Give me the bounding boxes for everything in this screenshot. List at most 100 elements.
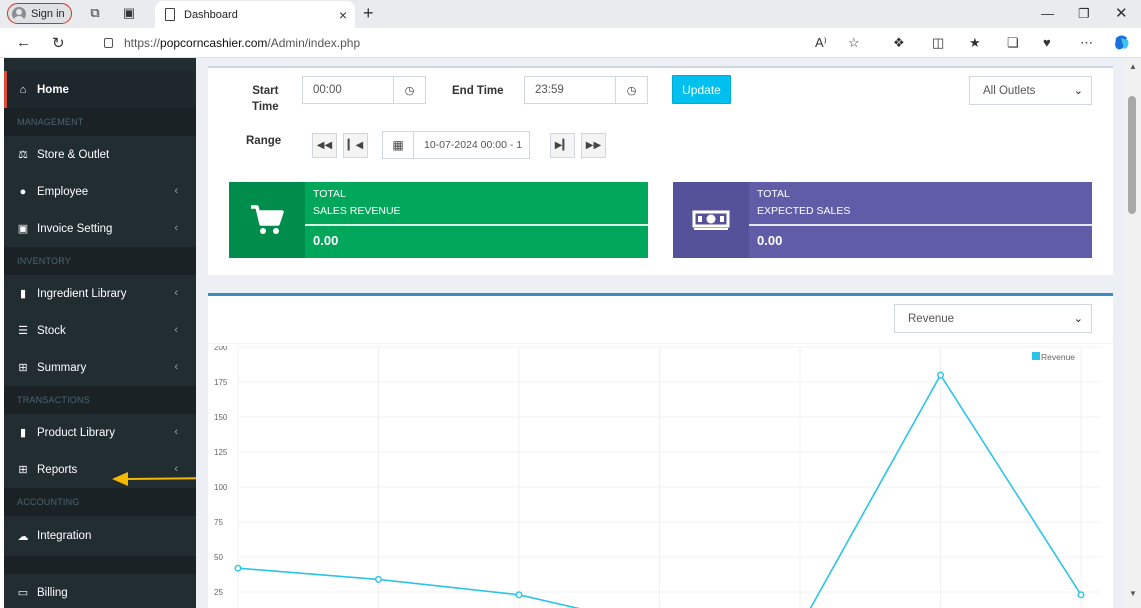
site-info-icon[interactable] [104, 38, 113, 48]
update-button[interactable]: Update [672, 75, 731, 104]
y-tick-label: 50 [214, 553, 223, 562]
date-range-group: ▦ 10-07-2024 00:00 - 1 [382, 131, 530, 159]
book-icon: ▮ [19, 288, 27, 300]
clock-icon[interactable]: ◷ [394, 76, 426, 104]
copilot-icon[interactable] [1113, 34, 1131, 52]
y-tick-label: 75 [214, 518, 223, 527]
sidebar-item-label: Summary [37, 361, 87, 374]
sidebar: ⌂ Home MANAGEMENT ⚖ Store & Outlet ● Emp… [4, 58, 196, 608]
calendar-icon[interactable]: ▦ [382, 131, 414, 159]
browser-titlebar: Sign in ⧉ ▣ Dashboard × + — ❐ ✕ [0, 0, 1141, 28]
start-time-group: 00:00 ◷ [302, 76, 426, 104]
chevron-left-icon: ‹ [174, 324, 178, 336]
browser-tab-dashboard[interactable]: Dashboard × [155, 1, 355, 28]
favorites-icon[interactable]: ★ [969, 35, 981, 51]
close-window-icon[interactable]: ✕ [1115, 4, 1128, 22]
chevron-left-icon: ‹ [174, 287, 178, 299]
more-menu-icon[interactable]: ⋯ [1080, 35, 1093, 51]
y-tick-label: 150 [214, 413, 228, 422]
sales-revenue-infobox: TOTAL SALES REVENUE 0.00 [229, 182, 648, 258]
sidebar-item-product-library[interactable]: ▮ Product Library ‹ [4, 414, 196, 451]
scroll-down-icon[interactable]: ▼ [1129, 589, 1137, 598]
data-point [1077, 591, 1085, 599]
sidebar-item-label: Stock [37, 324, 66, 337]
sidebar-item-billing[interactable]: ▭ Billing [4, 574, 196, 608]
url-host: popcorncashier.com [160, 36, 268, 50]
tab-actions-icon[interactable]: ▣ [121, 5, 137, 21]
sidebar-item-integration[interactable]: ☁ Integration [4, 516, 196, 556]
refresh-icon[interactable]: ↻ [52, 34, 65, 52]
y-tick-label: 175 [214, 378, 228, 387]
infobox-label-1: TOTAL [757, 188, 790, 200]
legend-label: Revenue [1041, 352, 1075, 362]
revenue-line-chart: 25 50 75 100 125 150 175 200 Revenue [214, 346, 1101, 608]
sidebar-item-label: Store & Outlet [37, 148, 110, 161]
filter-box: Start Time 00:00 ◷ End Time 23:59 ◷ Upda… [208, 66, 1113, 275]
sidebar-item-label: Home [37, 83, 69, 96]
clock-icon[interactable]: ◷ [616, 76, 648, 104]
sign-in-button[interactable]: Sign in [7, 3, 72, 24]
minimize-icon[interactable]: — [1041, 6, 1054, 21]
y-tick-label: 125 [214, 448, 228, 457]
url-path: /Admin/index.php [267, 36, 361, 50]
money-bill-icon [673, 182, 749, 258]
end-time-input[interactable]: 23:59 [524, 76, 616, 104]
expected-sales-value: 0.00 [757, 233, 783, 248]
new-tab-icon[interactable]: + [363, 3, 374, 24]
main-content: Start Time 00:00 ◷ End Time 23:59 ◷ Upda… [196, 58, 1125, 608]
credit-card-icon: ▭ [17, 587, 29, 599]
read-aloud-icon[interactable]: A⁾ [815, 35, 827, 51]
cloud-icon: ☁ [17, 530, 29, 543]
sidebar-item-ingredient-library[interactable]: ▮ Ingredient Library ‹ [4, 275, 196, 312]
fast-forward-button[interactable]: ▶▶ [581, 133, 606, 158]
close-tab-icon[interactable]: × [339, 7, 347, 23]
table-icon: ⊞ [18, 362, 28, 374]
date-range-input[interactable]: 10-07-2024 00:00 - 1 [414, 131, 530, 159]
sidebar-section-management: MANAGEMENT [4, 108, 196, 136]
sidebar-item-summary[interactable]: ⊞ Summary ‹ [4, 349, 196, 386]
profile-avatar-icon [12, 6, 26, 21]
browser-essentials-icon[interactable]: ♥ [1043, 35, 1051, 50]
home-icon: ⌂ [19, 83, 27, 96]
url-prefix: https:// [124, 36, 161, 50]
chevron-down-icon: ⌄ [1073, 85, 1083, 97]
end-time-group: 23:59 ◷ [524, 76, 648, 104]
step-backward-button[interactable]: ▎◀ [343, 133, 368, 158]
expected-sales-infobox: TOTAL EXPECTED SALES 0.00 [673, 182, 1092, 258]
collections-icon[interactable]: ❏ [1007, 35, 1019, 51]
sidebar-item-home[interactable]: ⌂ Home [4, 71, 196, 108]
chart-metric-select[interactable]: Revenue ⌄ [894, 304, 1092, 333]
outlet-select[interactable]: All Outlets ⌄ [969, 76, 1092, 105]
scroll-thumb[interactable] [1128, 96, 1136, 214]
sidebar-item-label: Ingredient Library [37, 287, 127, 300]
users-icon: ● [19, 185, 27, 198]
sidebar-item-employee[interactable]: ● Employee ‹ [4, 173, 196, 210]
workspaces-icon[interactable]: ⧉ [87, 5, 103, 21]
y-tick-label: 200 [214, 346, 228, 352]
scroll-up-icon[interactable]: ▲ [1129, 62, 1137, 71]
sidebar-item-store-outlet[interactable]: ⚖ Store & Outlet [4, 136, 196, 173]
step-forward-button[interactable]: ▶▎ [550, 133, 575, 158]
start-time-input[interactable]: 00:00 [302, 76, 394, 104]
outlet-select-value: All Outlets [983, 84, 1036, 97]
url-field[interactable]: https://popcorncashier.com/Admin/index.p… [92, 31, 877, 55]
infobox-label-2: SALES REVENUE [313, 205, 401, 217]
start-time-label: Start Time [252, 85, 279, 113]
fast-backward-button[interactable]: ◀◀ [312, 133, 337, 158]
favorite-star-icon[interactable]: ☆ [848, 35, 860, 51]
sidebar-item-label: Employee [37, 185, 89, 198]
sidebar-item-stock[interactable]: ☰ Stock ‹ [4, 312, 196, 349]
sidebar-section-transactions: TRANSACTIONS [4, 386, 196, 414]
sign-in-label: Sign in [31, 7, 65, 20]
back-icon[interactable]: ← [16, 34, 31, 51]
database-icon: ☰ [18, 325, 28, 337]
sidebar-item-invoice-setting[interactable]: ▣ Invoice Setting ‹ [4, 210, 196, 247]
extensions-icon[interactable]: ❖ [893, 35, 905, 51]
page-scrollbar[interactable]: ▲ ▼ [1125, 58, 1141, 608]
y-tick-label: 100 [214, 483, 228, 492]
restore-icon[interactable]: ❐ [1078, 6, 1090, 22]
chevron-left-icon: ‹ [174, 185, 178, 197]
data-point [515, 591, 523, 599]
split-screen-icon[interactable]: ◫ [932, 35, 944, 51]
range-label: Range [246, 135, 282, 147]
